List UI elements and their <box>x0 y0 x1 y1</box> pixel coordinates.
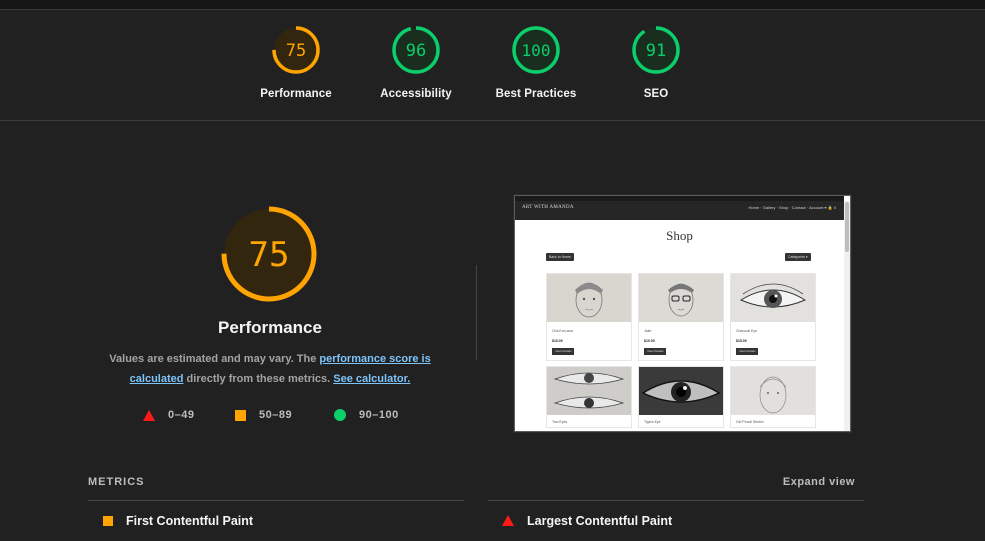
gauge-label: Performance <box>260 88 332 100</box>
gauge-score: 100 <box>522 41 551 60</box>
tiger-eye-sketch-image <box>639 367 723 415</box>
legend-fail: 0–49 <box>143 409 194 421</box>
category-gauges: 75 Performance 96 Accessibility 100 Best… <box>0 24 985 120</box>
site-navbar: ART WITH AMANDA Home · Gallery · Shop · … <box>515 196 844 220</box>
metric-label: First Contentful Paint <box>126 514 254 528</box>
back-to-home-button: Back to Home <box>546 253 574 261</box>
divider <box>88 500 464 501</box>
product-name: Charcoal Eye <box>736 329 758 333</box>
metric-first-contentful-paint[interactable]: First Contentful Paint <box>103 514 253 528</box>
expand-view-toggle[interactable]: Expand view <box>783 476 855 488</box>
product-name: Girl Pencil Sketch <box>736 420 764 424</box>
eye-sketch-image <box>731 274 815 322</box>
gauge-score: 96 <box>406 41 426 61</box>
scrollbar-thumb <box>845 202 849 252</box>
product-name: Two Eyes <box>552 420 568 424</box>
product-price: $15.00 <box>736 339 747 343</box>
fail-triangle-icon <box>502 515 514 527</box>
product-card: Girl Pencil Sketch <box>730 366 816 428</box>
gauge-label: Best Practices <box>495 88 577 100</box>
gauge-label: SEO <box>643 88 669 100</box>
top-toolbar <box>0 0 985 10</box>
product-card: Charcoal Eye $15.00 View Details <box>730 273 816 361</box>
accessibility-gauge-icon: 96 <box>392 26 440 74</box>
performance-title: Performance <box>218 318 322 337</box>
girl-sketch-image <box>731 367 815 415</box>
view-details-button: View Details <box>644 348 667 355</box>
metric-label: Largest Contentful Paint <box>527 514 673 528</box>
product-name: Tigers Eye <box>644 420 661 424</box>
average-square-icon <box>103 515 113 526</box>
eyes-sketch-image <box>547 367 631 415</box>
view-details-button: View Details <box>736 348 759 355</box>
gauge-score: 75 <box>286 41 306 61</box>
portrait-sketch-image <box>639 274 723 322</box>
portrait-sketch-image <box>547 274 631 322</box>
metric-largest-contentful-paint[interactable]: Largest Contentful Paint <box>502 514 672 528</box>
product-price: $10.00 <box>552 339 563 343</box>
gauge-accessibility[interactable]: 96 Accessibility <box>356 24 476 100</box>
performance-score: 75 <box>249 235 290 275</box>
performance-score-gauge-icon: 75 <box>221 206 317 302</box>
divider <box>488 500 864 501</box>
gauge-seo[interactable]: 91 SEO <box>596 24 716 100</box>
square-icon <box>235 409 246 421</box>
product-price: $10.00 <box>644 339 655 343</box>
site-brand: ART WITH AMANDA <box>522 205 574 210</box>
vertical-divider <box>476 265 477 360</box>
categories-button: Categories ▾ <box>785 253 811 261</box>
final-screenshot[interactable]: ART WITH AMANDA Home · Gallery · Shop · … <box>514 195 851 432</box>
triangle-icon <box>143 409 155 421</box>
site-nav-links: Home · Gallery · Shop · Contact · Accoun… <box>748 205 836 210</box>
gauge-performance[interactable]: 75 Performance <box>236 24 356 100</box>
see-calculator-link[interactable]: See calculator. <box>333 373 410 385</box>
legend-average: 50–89 <box>235 409 292 421</box>
product-card: Tigers Eye <box>638 366 724 428</box>
product-name: Cha Eun-woo <box>552 329 574 333</box>
score-note: Values are estimated and may vary. The p… <box>95 349 445 389</box>
note-text: directly from these metrics. <box>183 373 334 385</box>
note-text: Values are estimated and may vary. The <box>109 353 320 365</box>
product-name: Jake <box>644 329 652 333</box>
circle-icon <box>334 409 346 422</box>
gauge-score: 91 <box>646 41 666 61</box>
gauge-label: Accessibility <box>380 88 452 100</box>
best-practices-gauge-icon: 100 <box>512 26 560 74</box>
metrics-header: METRICS <box>88 476 145 488</box>
product-card: Cha Eun-woo $10.00 View Details <box>546 273 632 361</box>
divider <box>0 120 985 121</box>
shop-title: Shop <box>666 228 693 243</box>
legend-pass: 90–100 <box>334 409 399 422</box>
performance-gauge-icon: 75 <box>272 26 320 74</box>
gauge-best-practices[interactable]: 100 Best Practices <box>476 24 596 100</box>
legend-fail-label: 0–49 <box>168 409 195 421</box>
seo-gauge-icon: 91 <box>632 26 680 74</box>
legend-pass-label: 90–100 <box>359 409 399 421</box>
performance-big-gauge: 75 <box>219 204 319 309</box>
legend-average-label: 50–89 <box>259 409 293 421</box>
product-card: Jake $10.00 View Details <box>638 273 724 361</box>
product-card: Two Eyes <box>546 366 632 428</box>
view-details-button: View Details <box>552 348 575 355</box>
